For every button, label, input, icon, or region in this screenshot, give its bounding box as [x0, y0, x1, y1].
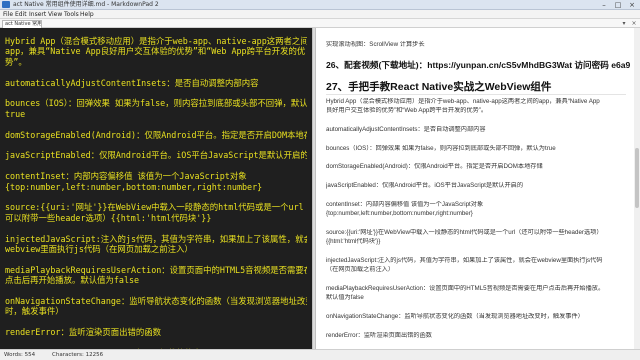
editor-line: 时，触发事件） [5, 306, 64, 317]
menu-help[interactable]: Help [80, 10, 94, 19]
preview-scrollbar[interactable] [634, 28, 640, 349]
window-title: act Native 常用组件使用详细.md - MarkdownPad 2 [13, 1, 159, 8]
app-icon [2, 1, 10, 8]
preview-line: {{html:'html代码块'}} [326, 238, 381, 246]
editor-line: Hybrid App（混合模式移动应用）是指介于web-app、native-a… [5, 36, 307, 46]
editor-line: app，兼具“Native App良好用户交互体验的优势”和“Web App跨平… [5, 46, 306, 57]
preview-heading-26: 26、配套视频(下载地址)：https://yunpan.cn/cS5vMhdB… [326, 60, 631, 70]
document-tab[interactable]: act Native 常用组件使用详细.md [2, 20, 42, 28]
editor-line: 可以附带一些header选项）{{html:'html代码块'}} [5, 212, 212, 223]
preview-line: onNavigationStateChange：监听导航状态变化的函数（当发现浏… [326, 313, 584, 321]
editor-line: onNavigationStateChange：监听导航状态变化的函数（当发现浏… [5, 296, 307, 306]
editor-line: renderError：监听渲染页面出错的函数 [5, 327, 161, 338]
scrollbar-thumb[interactable] [635, 148, 639, 208]
preview-line: bounces（IOS）：回弹效果 如果为false，则内容拉到底部或头部不回弹… [326, 144, 556, 152]
toolbar: act Native 常用组件使用详细.md ▾ × [0, 19, 640, 28]
preview-line: injectedJavaScript:注入的js代码，其值为字符串，如果加上了该… [326, 256, 603, 264]
menu-file[interactable]: File [3, 10, 13, 19]
editor-line: domStorageEnabled(Android)：仅限Android平台。指… [5, 129, 307, 140]
preview-heading-27: 27、手把手教React Native实战之WebView组件 [326, 81, 552, 93]
editor-line: 点击后再开始播放。默认值为false [5, 275, 140, 286]
menu-edit[interactable]: Edit [15, 10, 27, 19]
editor-line: automaticallyAdjustContentInsets：是否自动调整内… [5, 77, 259, 88]
preview-line: 默认值为false [326, 294, 364, 302]
preview-line: 良好用户交互体验的优势”和“Web App跨平台开发的优势”。 [326, 107, 488, 115]
maximize-button[interactable]: □ [611, 0, 625, 10]
editor-line: 势”。 [5, 56, 27, 67]
preview-line: automaticallyAdjustContentInsets：是否自动调整内… [326, 126, 486, 134]
title-bar: act Native 常用组件使用详细.md - MarkdownPad 2 –… [0, 0, 640, 10]
minimize-button[interactable]: – [597, 0, 611, 10]
editor-line: {top:number,left:number,bottom:number,ri… [5, 181, 263, 192]
preview-line: contentInset：内部内容偏移值 该值为一个JavaScript对象 [326, 200, 484, 208]
markdown-preview: 实现滚动视图：ScrollView 计算步长 26、配套视频(下载地址)：htt… [316, 28, 640, 349]
status-bar: Words: 554 Characters: 12256 [0, 349, 640, 360]
editor-line: javaScriptEnabled：仅限Android平台。iOS平台JavaS… [5, 150, 307, 161]
menu-tools[interactable]: Tools [64, 10, 79, 19]
editor-line: mediaPlaybackRequiresUserAction：设置页面中的HT… [5, 264, 307, 275]
preview-line: （在网页加载之前注入） [326, 266, 395, 274]
editor-line: bounces（IOS）：回弹效果 如果为false，则内容拉到底部或头部不回弹… [5, 98, 307, 109]
preview-line: {top:number,left:number,bottom:number,ri… [326, 210, 473, 218]
word-count: Words: 554 [4, 352, 36, 358]
dropdown-icon[interactable]: ▾ [620, 20, 628, 27]
editor-line: true [5, 108, 26, 119]
preview-line: source:{{uri:'网址'}}在WebView中载入一段静态的html代… [326, 228, 603, 236]
editor-line: contentInset：内部内容偏移值 该值为一个JavaScript对象 [5, 171, 247, 182]
menu-view[interactable]: View [48, 10, 62, 19]
markdown-editor[interactable]: Hybrid App（混合模式移动应用）是指介于web-app、native-a… [0, 28, 312, 349]
preview-line: Hybrid App（混合模式移动应用）是指介于web-app、native-a… [326, 98, 600, 105]
preview-line: domStorageEnabled(Android)：仅限Android平台。指… [326, 163, 543, 171]
menu-insert[interactable]: Insert [29, 10, 46, 19]
editor-line: source:{{uri:'网址'}}在WebView中载入一段静态的html代… [5, 202, 307, 213]
close-button[interactable]: × [625, 0, 639, 10]
menu-bar: File Edit Insert View Tools Help [0, 10, 640, 19]
preview-intro: 实现滚动视图：ScrollView 计算步长 [326, 41, 425, 48]
preview-line: renderError：监听渲染页面出错的函数 [326, 331, 432, 339]
preview-line: javaScriptEnabled：仅限Android平台。iOS平台JavaS… [326, 182, 524, 190]
character-count: Characters: 12256 [52, 352, 104, 358]
editor-line: injectedJavaScript:注入的js代码，其值为字符串，如果加上了该… [5, 233, 307, 244]
editor-line: webview里面执行js代码（在网页加载之前注入） [5, 244, 193, 254]
close-tab-icon[interactable]: × [630, 20, 638, 27]
preview-line: mediaPlaybackRequiresUserAction：设置页面中的HT… [326, 285, 605, 292]
heading-divider [326, 94, 626, 95]
